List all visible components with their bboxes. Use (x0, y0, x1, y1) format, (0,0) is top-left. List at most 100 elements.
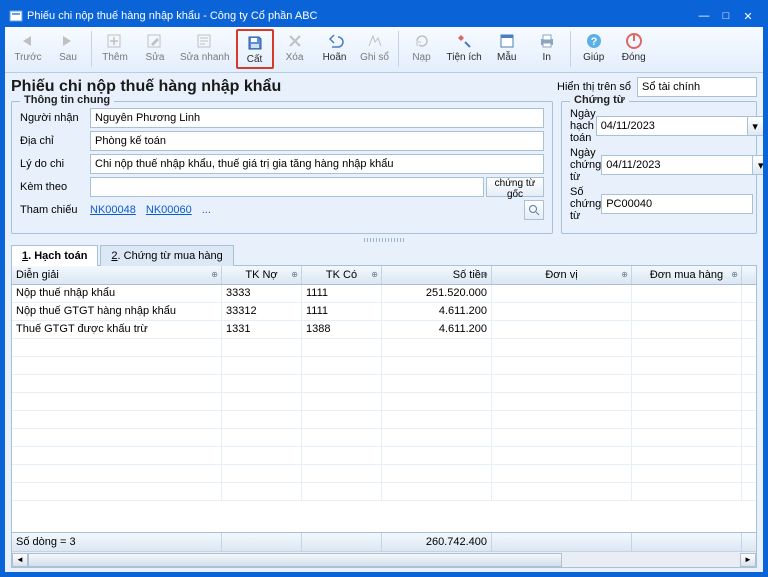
table-row[interactable] (12, 429, 756, 447)
load-button[interactable]: Nạp (403, 29, 441, 65)
cell[interactable] (12, 393, 222, 410)
cell[interactable] (382, 357, 492, 374)
cell[interactable] (12, 339, 222, 356)
tab-purchase-voucher[interactable]: 2. Chứng từ mua hàng (100, 245, 233, 266)
utilities-button[interactable]: Tiện ích (443, 29, 486, 65)
cell[interactable] (632, 339, 742, 356)
col-amount[interactable]: Số tiền⊕ (382, 266, 492, 284)
table-row[interactable] (12, 465, 756, 483)
cell[interactable]: Nộp thuế GTGT hàng nhập khẩu (12, 303, 222, 320)
cell[interactable] (302, 447, 382, 464)
cell[interactable] (632, 411, 742, 428)
cell[interactable]: 251.520.000 (382, 285, 492, 302)
cell[interactable] (302, 375, 382, 392)
cell[interactable] (492, 411, 632, 428)
cell[interactable] (492, 303, 632, 320)
cell[interactable] (492, 393, 632, 410)
attach-input[interactable] (90, 177, 484, 197)
cell[interactable] (12, 429, 222, 446)
cell[interactable] (492, 447, 632, 464)
scroll-left-button[interactable]: ◄ (12, 553, 28, 567)
col-debit[interactable]: TK Nợ⊕ (222, 266, 302, 284)
table-row[interactable] (12, 483, 756, 501)
cell[interactable] (632, 465, 742, 482)
cell[interactable] (492, 483, 632, 500)
cell[interactable] (222, 411, 302, 428)
cell[interactable] (12, 465, 222, 482)
cell[interactable] (382, 429, 492, 446)
help-button[interactable]: ?Giúp (575, 29, 613, 65)
tab-accounting[interactable]: 1. Hạch toán (11, 245, 98, 266)
cell[interactable] (632, 375, 742, 392)
original-voucher-button[interactable]: chứng từ gốc (486, 177, 544, 197)
cell[interactable] (382, 339, 492, 356)
post-button[interactable]: Ghi sổ (356, 29, 394, 65)
col-credit[interactable]: TK Có⊕ (302, 266, 382, 284)
cell[interactable] (632, 303, 742, 320)
scroll-thumb[interactable] (28, 553, 562, 567)
vno-input[interactable] (601, 194, 753, 214)
cell[interactable] (12, 357, 222, 374)
cell[interactable] (222, 339, 302, 356)
cell[interactable] (222, 357, 302, 374)
edit-button[interactable]: Sửa (136, 29, 174, 65)
cell[interactable] (12, 375, 222, 392)
col-purchase[interactable]: Đơn mua hàng⊕ (632, 266, 742, 284)
table-row[interactable] (12, 447, 756, 465)
close-window-button[interactable]: ✕ (737, 10, 759, 23)
cell[interactable] (632, 447, 742, 464)
next-button[interactable]: Sau (49, 29, 87, 65)
cell[interactable] (302, 357, 382, 374)
cell[interactable] (222, 447, 302, 464)
col-unit[interactable]: Đơn vị⊕ (492, 266, 632, 284)
cell[interactable]: 1388 (302, 321, 382, 338)
quickedit-button[interactable]: Sửa nhanh (176, 29, 234, 65)
cell[interactable] (492, 339, 632, 356)
vdate-dropdown[interactable]: ▾ (753, 155, 763, 175)
cell[interactable] (492, 321, 632, 338)
maximize-button[interactable]: □ (715, 10, 737, 22)
table-row[interactable] (12, 339, 756, 357)
col-description[interactable]: Diễn giải⊕ (12, 266, 222, 284)
cell[interactable]: 1111 (302, 285, 382, 302)
vdate-input[interactable] (601, 155, 753, 175)
cell[interactable] (222, 483, 302, 500)
table-row[interactable] (12, 375, 756, 393)
cell[interactable] (12, 483, 222, 500)
cell[interactable]: 33312 (222, 303, 302, 320)
cell[interactable] (382, 447, 492, 464)
splitter-grip[interactable] (11, 236, 757, 244)
cell[interactable] (382, 483, 492, 500)
grid-body[interactable]: Nộp thuế nhập khẩu33331111251.520.000Nộp… (12, 285, 756, 532)
cell[interactable] (302, 483, 382, 500)
cell[interactable] (492, 285, 632, 302)
close-button[interactable]: Đóng (615, 29, 653, 65)
address-input[interactable] (90, 131, 544, 151)
scroll-right-button[interactable]: ► (740, 553, 756, 567)
reference-lookup-button[interactable] (524, 200, 544, 220)
cell[interactable] (302, 429, 382, 446)
cell[interactable] (222, 429, 302, 446)
cell[interactable] (222, 393, 302, 410)
reference-link-1[interactable]: NK00048 (90, 204, 136, 216)
cell[interactable] (632, 393, 742, 410)
reason-input[interactable] (90, 154, 544, 174)
add-button[interactable]: Thêm (96, 29, 134, 65)
cell[interactable]: 3333 (222, 285, 302, 302)
table-row[interactable]: Nộp thuế GTGT hàng nhập khẩu3331211114.6… (12, 303, 756, 321)
cell[interactable] (492, 465, 632, 482)
undo-button[interactable]: Hoãn (316, 29, 354, 65)
cell[interactable] (382, 393, 492, 410)
postdate-dropdown[interactable]: ▾ (748, 116, 763, 136)
cell[interactable] (632, 429, 742, 446)
table-row[interactable] (12, 357, 756, 375)
cell[interactable]: 1331 (222, 321, 302, 338)
table-row[interactable] (12, 411, 756, 429)
cell[interactable] (492, 375, 632, 392)
cell[interactable] (632, 357, 742, 374)
cell[interactable] (632, 321, 742, 338)
cell[interactable] (382, 411, 492, 428)
recipient-input[interactable] (90, 108, 544, 128)
horizontal-scrollbar[interactable]: ◄ ► (12, 551, 756, 567)
minimize-button[interactable]: — (693, 10, 715, 22)
